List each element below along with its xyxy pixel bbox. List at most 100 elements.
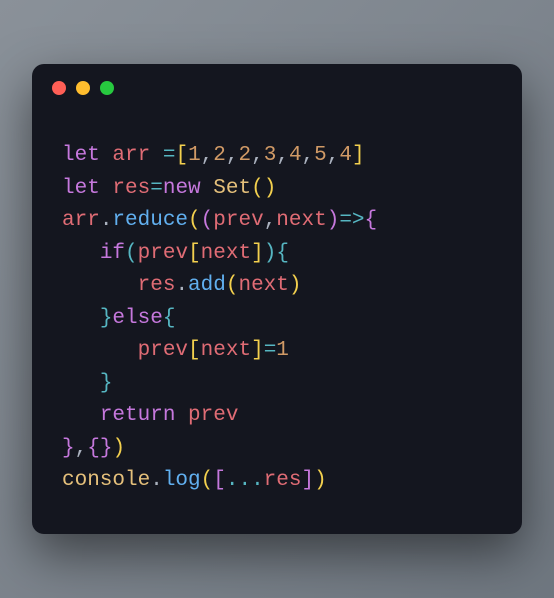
code-token: [ (175, 144, 188, 167)
code-token: , (302, 144, 315, 167)
code-token: { (163, 307, 176, 330)
code-token: add (188, 274, 226, 297)
minimize-icon[interactable] (76, 81, 90, 95)
code-line: let arr =[1,2,2,3,4,5,4] (62, 144, 365, 167)
code-token: 3 (264, 144, 277, 167)
code-token: arr (62, 209, 100, 232)
code-block: let arr =[1,2,2,3,4,5,4] let res=new Set… (32, 112, 522, 534)
code-token: = (163, 144, 176, 167)
code-token: } (62, 437, 75, 460)
code-token: next (238, 274, 288, 297)
code-token: prev (188, 404, 238, 427)
code-token (62, 242, 100, 265)
code-line: return prev (62, 404, 238, 427)
code-token: ) (327, 209, 340, 232)
code-token (62, 404, 100, 427)
code-token (62, 339, 138, 362)
code-token: , (276, 144, 289, 167)
code-token: [ (188, 339, 201, 362)
code-token: } (100, 372, 113, 395)
code-token: 5 (314, 144, 327, 167)
code-token: 1 (188, 144, 201, 167)
code-line: if(prev[next]){ (62, 242, 289, 265)
code-window: let arr =[1,2,2,3,4,5,4] let res=new Set… (32, 64, 522, 534)
code-token (150, 144, 163, 167)
code-token: ( (201, 469, 214, 492)
code-token: res (112, 177, 150, 200)
code-token (100, 177, 113, 200)
code-token: { (276, 242, 289, 265)
code-token: ) (314, 469, 327, 492)
code-token: ) (289, 274, 302, 297)
code-token: . (175, 274, 188, 297)
code-token: return (100, 404, 176, 427)
code-token: prev (213, 209, 263, 232)
code-token: if (100, 242, 125, 265)
code-token: ( (226, 274, 239, 297)
code-token: , (327, 144, 340, 167)
code-token: next (276, 209, 326, 232)
code-token: , (251, 144, 264, 167)
code-token: , (226, 144, 239, 167)
code-line: arr.reduce((prev,next)=>{ (62, 209, 377, 232)
code-token: , (75, 437, 88, 460)
code-token: ) (112, 437, 125, 460)
code-token: ( (251, 177, 264, 200)
code-token: 2 (239, 144, 252, 167)
code-token: let (62, 144, 100, 167)
code-token: ] (301, 469, 314, 492)
code-token: = (264, 339, 277, 362)
code-line: },{}) (62, 437, 125, 460)
code-token (201, 177, 214, 200)
code-line: let res=new Set() (62, 177, 276, 200)
code-token: next (201, 242, 251, 265)
code-token (62, 372, 100, 395)
code-line: }else{ (62, 307, 175, 330)
code-token: [ (213, 469, 226, 492)
maximize-icon[interactable] (100, 81, 114, 95)
code-token (175, 404, 188, 427)
code-line: console.log([...res]) (62, 469, 327, 492)
code-token: . (100, 209, 113, 232)
code-token: [ (188, 242, 201, 265)
code-token: res (264, 469, 302, 492)
code-token (62, 307, 100, 330)
code-token: 4 (339, 144, 352, 167)
code-token: } (100, 437, 113, 460)
code-token: ( (125, 242, 138, 265)
code-line: res.add(next) (62, 274, 302, 297)
code-token: 4 (289, 144, 302, 167)
titlebar (32, 64, 522, 112)
close-icon[interactable] (52, 81, 66, 95)
code-token: res (138, 274, 176, 297)
code-token: 2 (213, 144, 226, 167)
code-token: ( (201, 209, 214, 232)
code-token: , (264, 209, 277, 232)
code-token: ... (226, 469, 264, 492)
code-token: Set (213, 177, 251, 200)
code-token: ) (264, 242, 277, 265)
code-token (62, 274, 138, 297)
code-token: ] (251, 242, 264, 265)
code-token: arr (112, 144, 150, 167)
code-token: prev (138, 339, 188, 362)
code-token: next (201, 339, 251, 362)
code-token: => (339, 209, 364, 232)
code-token: new (163, 177, 201, 200)
code-line: } (62, 372, 112, 395)
code-token: } (100, 307, 113, 330)
code-token: ] (352, 144, 365, 167)
code-token: . (150, 469, 163, 492)
code-token: let (62, 177, 100, 200)
code-token: console (62, 469, 150, 492)
code-token: ( (188, 209, 201, 232)
code-line: prev[next]=1 (62, 339, 289, 362)
code-token: else (112, 307, 162, 330)
code-token: prev (138, 242, 188, 265)
code-token: 1 (276, 339, 289, 362)
code-token: ) (264, 177, 277, 200)
code-token: { (87, 437, 100, 460)
code-token: { (365, 209, 378, 232)
code-token: reduce (112, 209, 188, 232)
code-token: = (150, 177, 163, 200)
